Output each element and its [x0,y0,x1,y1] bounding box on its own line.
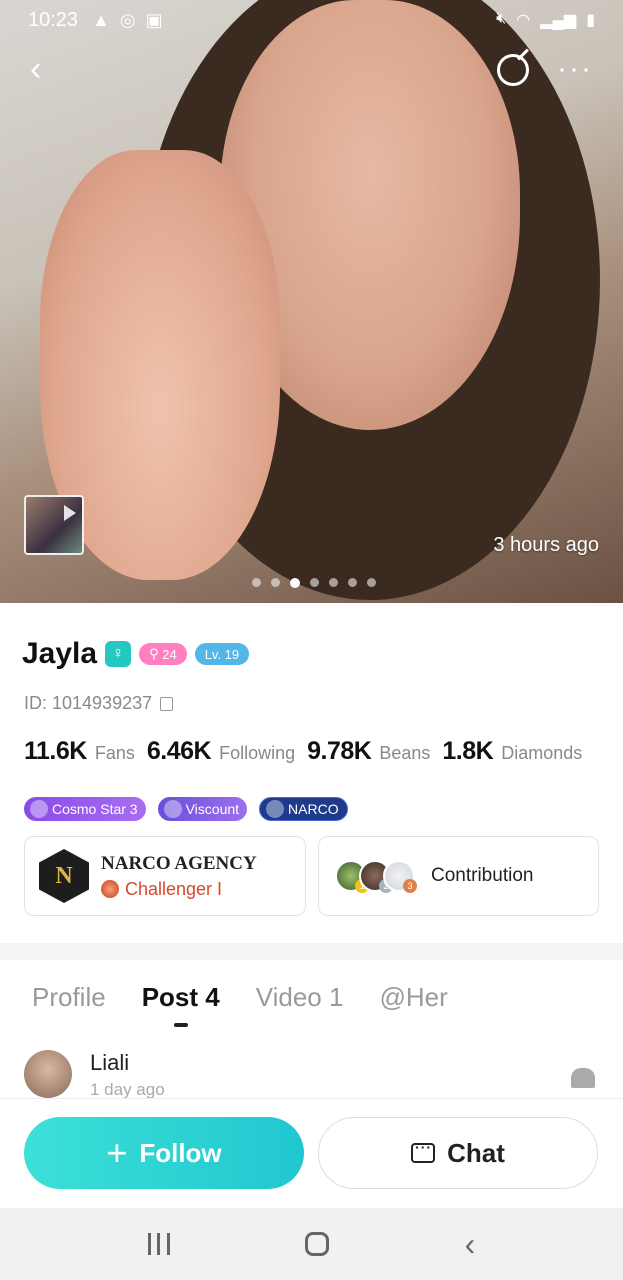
stat-fans[interactable]: 11.6K Fans [24,737,135,766]
challenger-icon [101,880,119,898]
pager-dot [348,578,357,587]
stat-value: 9.78K [307,737,372,765]
photo-pager-dots [252,578,376,588]
stat-value: 11.6K [24,737,87,765]
stat-beans[interactable]: 9.78K Beans [307,737,430,766]
chat-label: Chat [447,1137,505,1168]
name-row: Jayla ♀ ⚲ 24 Lv. 19 [22,637,250,671]
action-bar: + Follow Chat [0,1098,623,1208]
narco-icon [266,800,285,818]
user-id: ID: 1014939237 [24,693,153,713]
system-nav-bar: ‹ [0,1208,623,1280]
post-alert-icon[interactable] [571,1068,595,1088]
age-badge: ⚲ 24 [139,643,187,665]
cosmo-star-icon [30,800,48,818]
pager-dot-active [290,578,300,588]
age-badge-value: 24 [162,646,177,662]
pager-dot [367,578,376,587]
tab-her[interactable]: @Her [379,982,447,1013]
contribution-card[interactable]: 1 2 3 Contribution [318,836,599,916]
viscount-icon [163,800,182,818]
wifi-icon: ◠ [516,12,531,29]
stat-value: 1.8K [442,737,494,765]
follow-label: Follow [139,1137,222,1168]
feed-section: Profile Post 4 Video 1 @Her Liali 1 day … [0,960,623,1100]
share-button[interactable] [497,54,529,86]
stat-following[interactable]: 6.46K Following [147,737,295,766]
tab-video[interactable]: Video 1 [256,982,344,1013]
profile-tabs: Profile Post 4 Video 1 @Her [32,982,448,1027]
stat-label: Fans [94,743,135,763]
stat-value: 6.46K [146,737,212,765]
level-badge: Lv. 19 [194,643,250,665]
user-id-row[interactable]: ID: 1014939237 [24,693,174,714]
chat-icon [411,1139,436,1163]
pager-dot [271,578,280,587]
medal-cosmo-star[interactable]: Cosmo Star 3 [24,797,146,821]
stat-label: Beans [379,743,431,763]
post-item[interactable]: Liali 1 day ago [24,1050,165,1100]
mute-icon: 🔇︎ [496,10,507,27]
post-avatar[interactable] [24,1050,72,1098]
photo-time-ago: 3 hours ago [493,534,599,556]
back-button[interactable]: ‹ [30,52,41,86]
video-thumbnail[interactable] [24,495,84,555]
stat-label: Following [219,743,296,763]
gender-icon: ♀ [105,641,132,667]
medal-viscount[interactable]: Viscount [157,797,248,821]
signal-icon: ▂▄▆ [540,12,577,29]
chat-button[interactable]: Chat [318,1117,598,1189]
sync-icon: ◎ [119,9,136,30]
contributor-avatars: 1 2 3 [335,860,417,893]
medal-label: NARCO [288,801,339,817]
medal-label: Cosmo Star 3 [52,801,138,817]
more-options-button[interactable]: ··· [557,54,593,84]
contributor-avatar: 3 [383,860,417,893]
post-time: 1 day ago [90,1080,165,1099]
medal-narco[interactable]: NARCO [259,797,348,821]
agency-name: NARCO AGENCY [101,852,257,874]
profile-name: Jayla [22,637,98,670]
app-notification-icon: ▣ [145,9,163,30]
status-time: 10:23 [28,8,79,31]
agency-rank-label: Challenger I [125,878,223,899]
home-button[interactable] [305,1232,330,1256]
recent-apps-button[interactable] [147,1233,170,1255]
pager-dot [329,578,338,587]
profile-info: Jayla ♀ ⚲ 24 Lv. 19 ID: 1014939237 11.6K… [0,603,623,943]
medal-row: Cosmo Star 3 Viscount NARCO [24,797,348,821]
agency-card[interactable]: N NARCO AGENCY Challenger I [24,836,306,916]
system-back-button[interactable]: ‹ [465,1228,476,1260]
agency-rank: Challenger I [101,879,257,900]
tab-post[interactable]: Post 4 [142,982,220,1027]
plus-icon: + [106,1132,128,1173]
tab-profile[interactable]: Profile [32,982,106,1013]
contribution-label: Contribution [431,865,534,886]
battery-icon: ▮ [586,12,595,29]
copy-icon[interactable] [160,696,174,711]
profile-photo[interactable]: 10:23 ▲ ◎ ▣ 🔇︎ ◠ ▂▄▆ ▮ ‹ ··· 3 hours ago [0,0,623,603]
play-icon [64,505,76,521]
stat-diamonds[interactable]: 1.8K Diamonds [442,737,582,766]
agency-logo-icon: N [39,849,89,903]
follow-button[interactable]: + Follow [24,1117,304,1189]
medal-label: Viscount [185,801,240,817]
status-bar: 10:23 ▲ ◎ ▣ 🔇︎ ◠ ▂▄▆ ▮ [0,0,623,40]
post-author: Liali [90,1050,130,1075]
pager-dot [252,578,261,587]
stat-label: Diamonds [501,743,583,763]
stats-row: 11.6K Fans 6.46K Following 9.78K Beans 1.8K… [24,737,586,766]
navigation-icon: ▲ [92,9,110,30]
pager-dot [310,578,319,587]
rank-badge: 3 [403,879,417,893]
